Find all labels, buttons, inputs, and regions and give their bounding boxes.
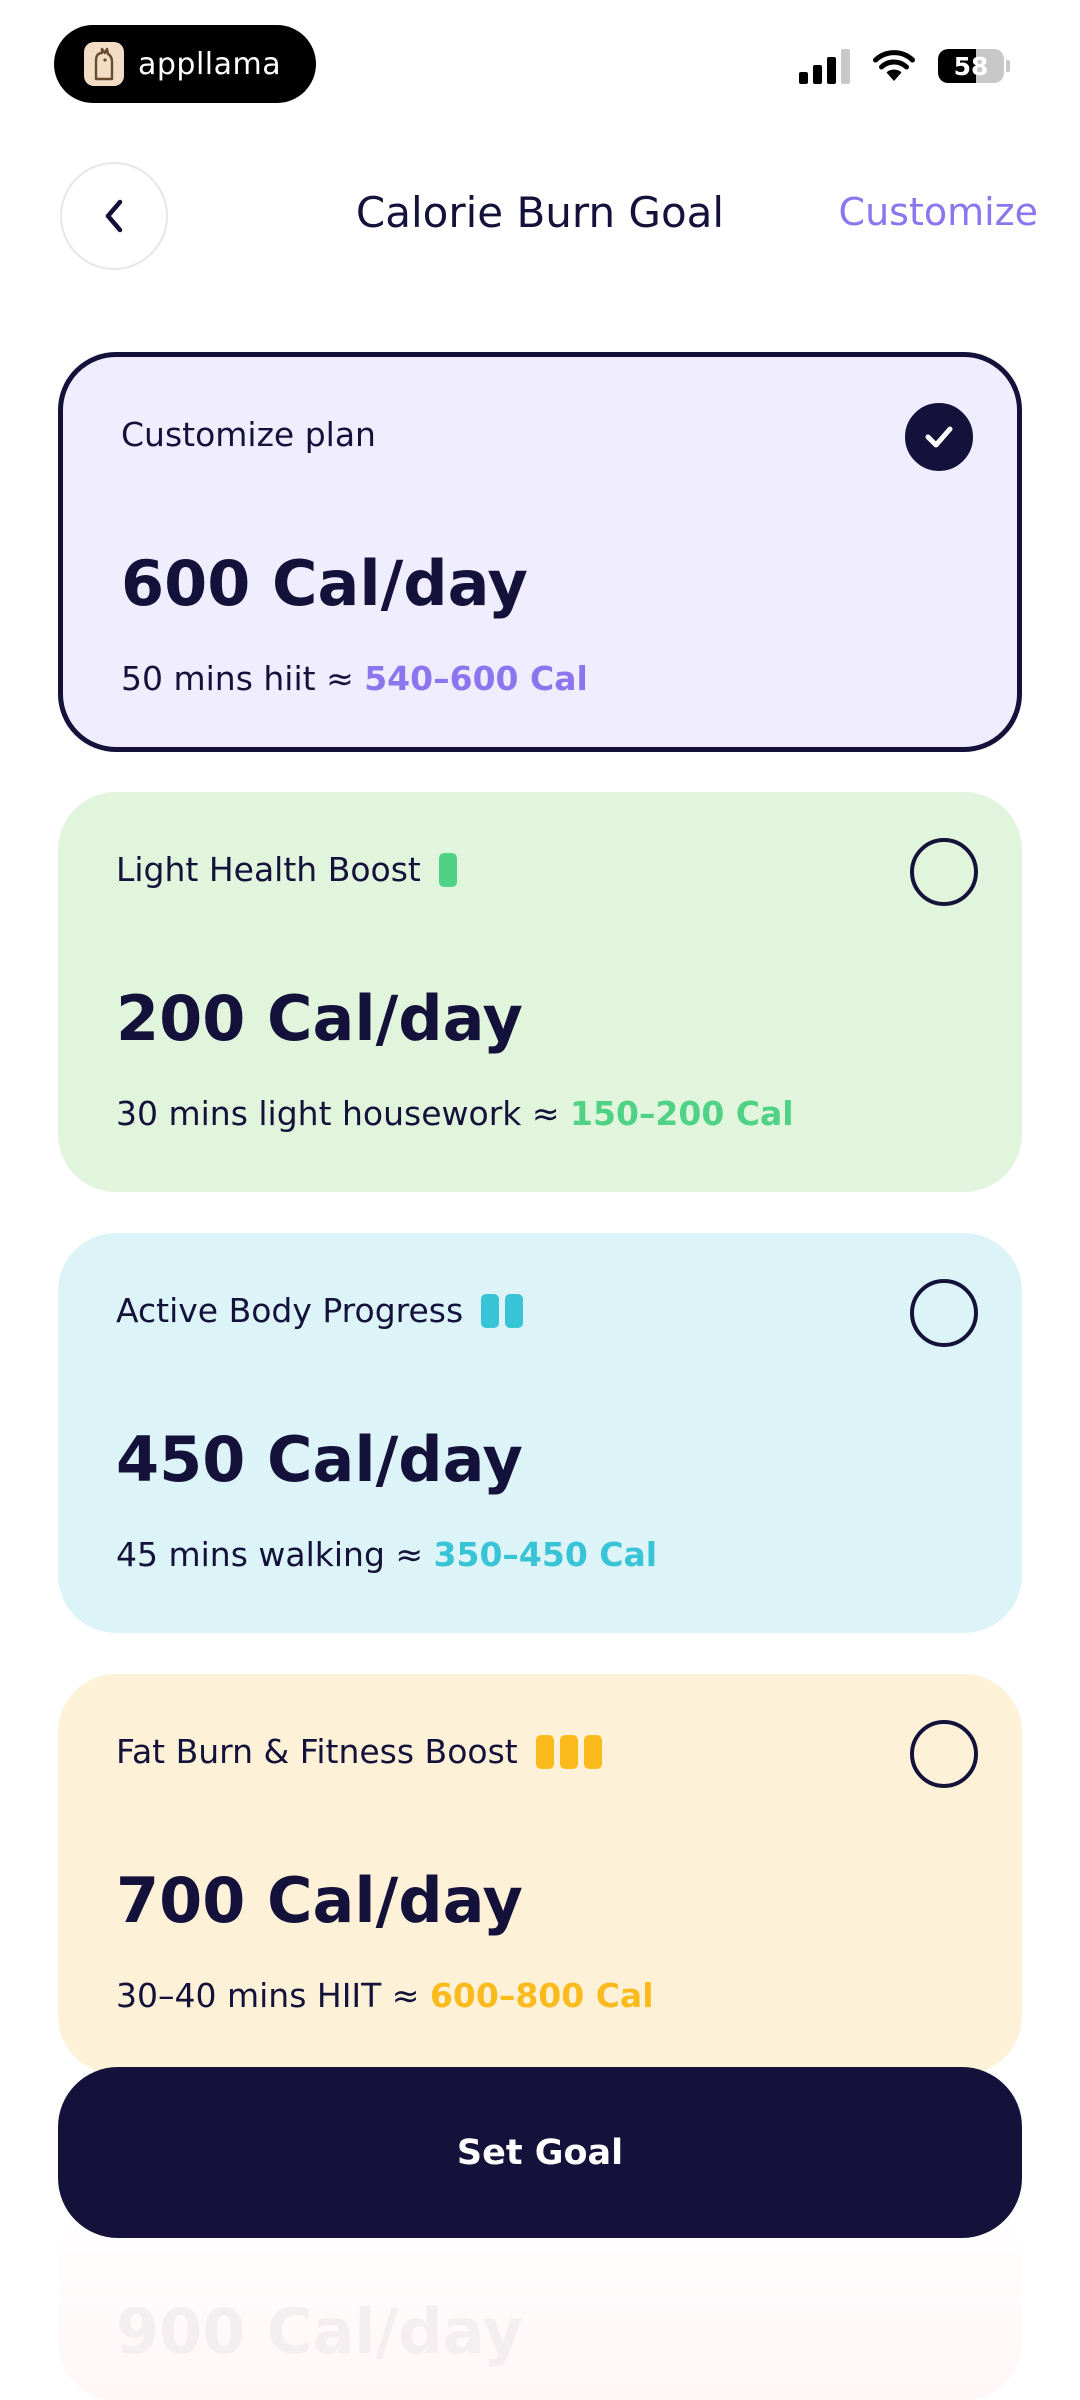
brand-pill: appllama (54, 25, 316, 103)
intensity-bar (505, 1293, 524, 1328)
card-title-label: Active Body Progress (116, 1291, 464, 1330)
brand-name: appllama (138, 46, 282, 82)
card-title-label: Fat Burn & Fitness Boost (116, 1732, 518, 1771)
calorie-value: 450 Cal/day (116, 1423, 523, 1496)
status-icons: 58 (799, 48, 1010, 84)
wifi-icon (873, 50, 915, 81)
calorie-range: 350–450 Cal (433, 1535, 658, 1574)
radio-button-checked[interactable] (905, 403, 973, 471)
card-title: Customize plan (121, 415, 394, 454)
radio-button[interactable] (910, 1279, 978, 1347)
intensity-bars-icon (535, 1734, 602, 1769)
intensity-bars-icon (438, 852, 457, 887)
card-description: 50 mins hiit ≈ 540–600 Cal (121, 659, 588, 698)
calorie-range: 150–200 Cal (570, 1094, 794, 1133)
activity-text: 45 mins walking ≈ (116, 1535, 434, 1574)
set-goal-button[interactable]: Set Goal (58, 2067, 1022, 2238)
calorie-value: 700 Cal/day (116, 1864, 523, 1937)
goal-option-card[interactable]: Active Body Progress 450 Cal/day 45 mins… (58, 1233, 1022, 1633)
calorie-value: 200 Cal/day (116, 982, 523, 1055)
calorie-value: 600 Cal/day (121, 547, 528, 620)
card-title-label: Customize plan (121, 415, 376, 454)
calorie-range: 540–600 Cal (364, 659, 588, 698)
intensity-bar (583, 1734, 602, 1769)
battery-percent: 58 (953, 51, 989, 81)
card-title: Fat Burn & Fitness Boost (116, 1732, 602, 1771)
radio-button[interactable] (910, 1720, 978, 1788)
radio-button[interactable] (910, 838, 978, 906)
llama-logo-icon (84, 42, 124, 86)
activity-text: 30–40 mins HIIT ≈ (116, 1976, 430, 2015)
intensity-bar (438, 852, 457, 887)
activity-text: 50 mins hiit ≈ (121, 659, 365, 698)
card-description: 45 mins walking ≈ 350–450 Cal (116, 1535, 657, 1574)
battery-tip (1006, 60, 1010, 72)
cellular-signal-icon (799, 48, 850, 84)
goal-option-card[interactable]: Customize plan 600 Cal/day 50 mins hiit … (58, 352, 1022, 752)
intensity-bar (481, 1293, 500, 1328)
calorie-range: 600–800 Cal (429, 1976, 654, 2015)
intensity-bar (535, 1734, 554, 1769)
partial-calorie-value: 900 Cal/day (116, 2295, 523, 2368)
checkmark-icon (925, 426, 953, 448)
card-description: 30 mins light housework ≈ 150–200 Cal (116, 1094, 794, 1133)
card-title: Active Body Progress (116, 1291, 524, 1330)
customize-link[interactable]: Customize (839, 190, 1038, 234)
battery-icon: 58 (938, 49, 1004, 83)
activity-text: 30 mins light housework ≈ (116, 1094, 571, 1133)
goal-option-card[interactable]: Fat Burn & Fitness Boost 700 Cal/day 30–… (58, 1674, 1022, 2074)
status-bar: appllama 58 (0, 0, 1080, 110)
intensity-bar (559, 1734, 578, 1769)
card-title-label: Light Health Boost (116, 850, 421, 889)
card-title: Light Health Boost (116, 850, 457, 889)
goal-option-card[interactable]: Light Health Boost 200 Cal/day 30 mins l… (58, 792, 1022, 1192)
intensity-bars-icon (481, 1293, 524, 1328)
card-description: 30–40 mins HIIT ≈ 600–800 Cal (116, 1976, 654, 2015)
